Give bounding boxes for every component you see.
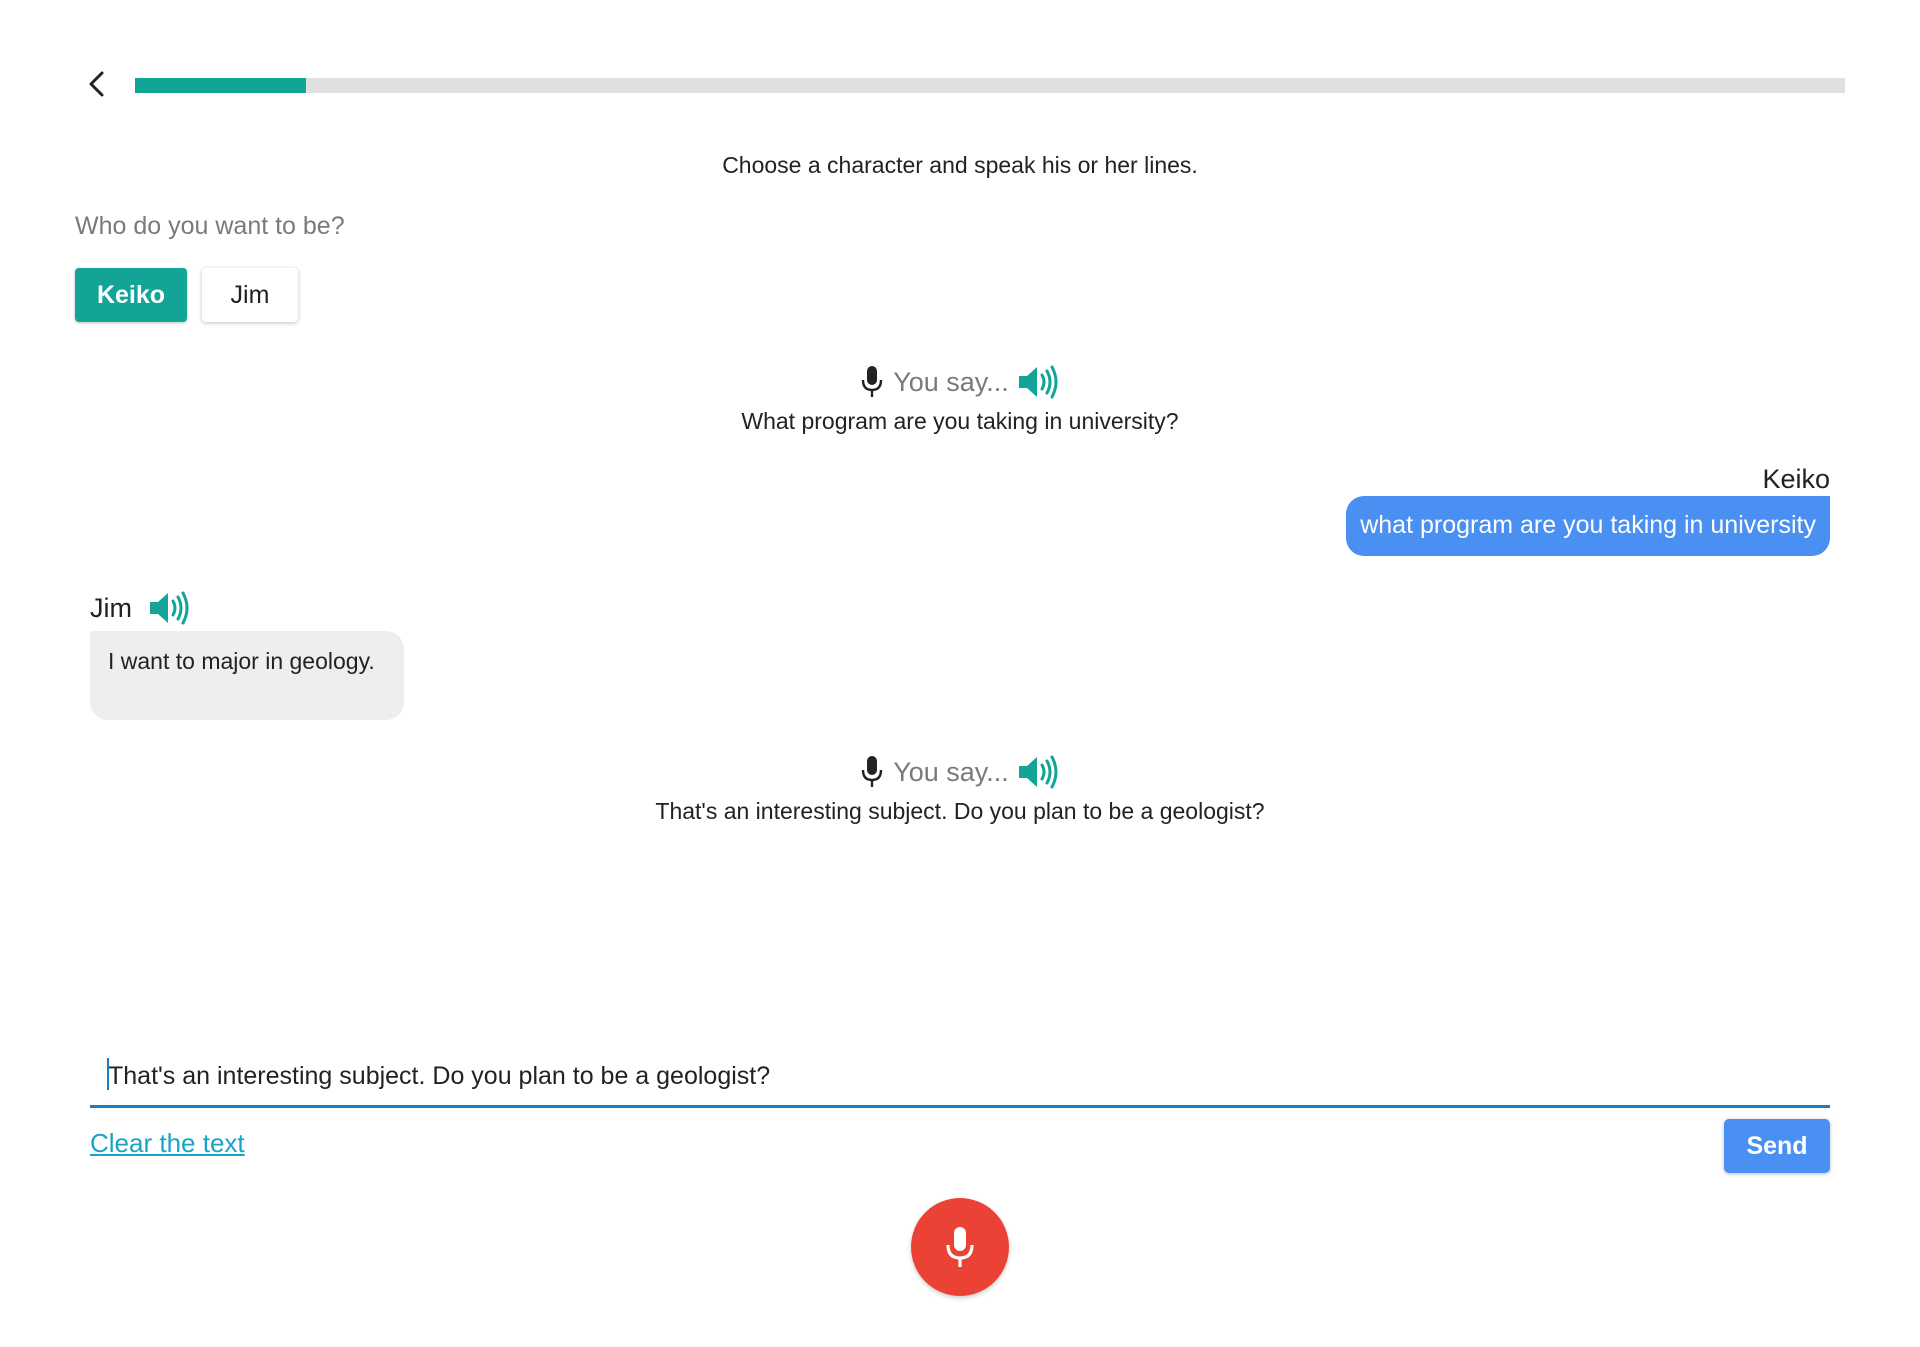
back-button[interactable] bbox=[82, 68, 114, 100]
text-caret bbox=[107, 1058, 109, 1090]
character-select-label: Who do you want to be? bbox=[75, 212, 345, 240]
speaker-icon[interactable] bbox=[1017, 754, 1061, 790]
partner-message-bubble: I want to major in geology. bbox=[90, 631, 404, 720]
you-say-label: You say... bbox=[893, 756, 1009, 787]
progress-bar bbox=[135, 78, 1845, 93]
partner-speaker-header: Jim bbox=[90, 588, 192, 628]
microphone-icon bbox=[946, 1227, 974, 1267]
speaker-icon[interactable] bbox=[148, 590, 192, 626]
microphone-icon bbox=[862, 366, 883, 397]
character-button-jim[interactable]: Jim bbox=[202, 268, 298, 322]
record-button[interactable] bbox=[911, 1198, 1009, 1296]
you-say-line: What program are you taking in universit… bbox=[741, 408, 1179, 434]
user-speaker-name: Keiko bbox=[1762, 464, 1830, 494]
progress-bar-fill bbox=[135, 78, 306, 93]
send-button[interactable]: Send bbox=[1724, 1119, 1830, 1173]
you-say-line: That's an interesting subject. Do you pl… bbox=[655, 798, 1265, 824]
speaking-practice-page: Choose a character and speak his or her … bbox=[0, 0, 1920, 1347]
you-say-label: You say... bbox=[893, 366, 1009, 397]
speech-text-input[interactable] bbox=[90, 1048, 1830, 1108]
instruction-text: Choose a character and speak his or her … bbox=[722, 152, 1198, 178]
partner-speaker-name: Jim bbox=[90, 592, 132, 623]
character-button-keiko[interactable]: Keiko bbox=[75, 268, 187, 322]
you-say-prompt-2: You say... That's an interesting subject… bbox=[0, 752, 1920, 825]
speaker-icon[interactable] bbox=[1017, 364, 1061, 400]
user-message-bubble: what program are you taking in universit… bbox=[1346, 496, 1830, 556]
microphone-icon bbox=[862, 756, 883, 787]
clear-text-link[interactable]: Clear the text bbox=[90, 1128, 245, 1159]
chevron-left-icon bbox=[89, 71, 104, 97]
you-say-prompt-1: You say... What program are you taking i… bbox=[0, 362, 1920, 435]
